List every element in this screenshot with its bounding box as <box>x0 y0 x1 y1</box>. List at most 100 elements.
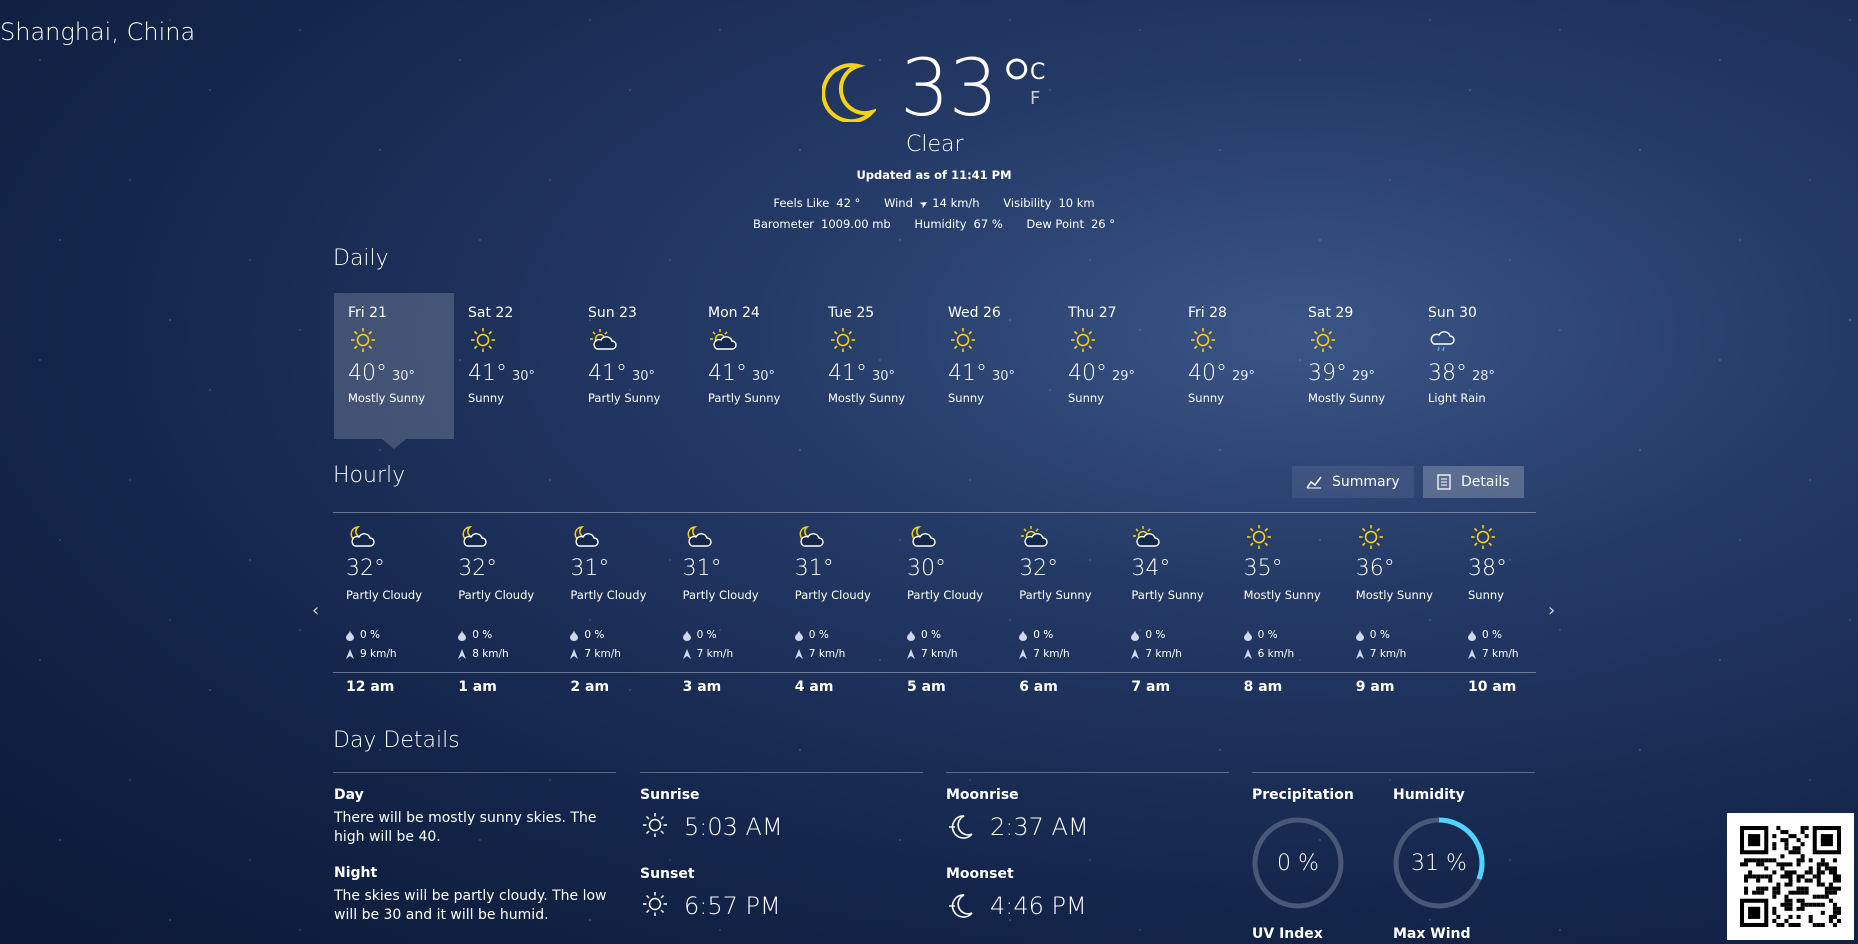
day-high: 41° <box>708 361 747 386</box>
hour-temp: 31° <box>682 556 722 581</box>
humidity-detail-label: Humidity <box>1393 787 1465 803</box>
hour-wind: 8 km/h <box>458 648 509 660</box>
wind: Wind ➤ 14 km/h <box>883 196 980 212</box>
hour-temp: 31° <box>794 556 834 581</box>
hour-wind: 7 km/h <box>682 648 733 660</box>
daily-day-5[interactable]: Wed 26 41° 30° Sunny <box>934 293 1054 439</box>
night-label: Night <box>334 865 378 881</box>
hour-time: 10 am <box>1468 679 1517 695</box>
daily-day-7[interactable]: Fri 28 40° 29° Sunny <box>1174 293 1294 439</box>
light-rain-icon <box>1430 331 1455 352</box>
day-low: 28° <box>1472 369 1496 384</box>
hour-description: Partly Cloudy <box>346 588 423 602</box>
raindrop-icon <box>794 629 803 641</box>
raindrop-icon <box>458 629 467 641</box>
day-description: Sunny <box>1068 391 1104 405</box>
hour-description: Partly Cloudy <box>682 588 759 602</box>
daily-day-1[interactable]: Sat 22 41° 30° Sunny <box>454 293 574 439</box>
hourly-title: Hourly <box>333 463 406 488</box>
humidity-gauge: 31 % <box>1393 817 1485 909</box>
moonset-label: Moonset <box>946 866 1014 882</box>
daily-day-4[interactable]: Tue 25 41° 30° Mostly Sunny <box>814 293 934 439</box>
hour-temp: 31° <box>570 556 610 581</box>
max-wind-label: Max Wind <box>1393 926 1471 942</box>
partly-sunny-icon <box>1021 526 1048 547</box>
partly-cloudy-night-icon <box>799 526 824 547</box>
daily-day-3[interactable]: Mon 24 41° 30° Partly Sunny <box>694 293 814 439</box>
day-date: Sun 30 <box>1428 305 1477 321</box>
partly-cloudy-night-icon <box>687 526 712 547</box>
daily-day-8[interactable]: Sat 29 39° 29° Mostly Sunny <box>1294 293 1414 439</box>
hour-time: 5 am <box>907 679 946 695</box>
hour-temp: 36° <box>1355 556 1395 581</box>
unit-celsius-button[interactable]: C <box>1030 60 1045 86</box>
day-date: Sat 22 <box>468 305 514 321</box>
day-date: Thu 27 <box>1068 305 1117 321</box>
hour-time: 2 am <box>570 679 610 695</box>
hour-description: Mostly Sunny <box>1355 588 1433 602</box>
daily-day-6[interactable]: Thu 27 40° 29° Sunny <box>1054 293 1174 439</box>
raindrop-icon <box>570 629 579 641</box>
sun-icon <box>1191 328 1215 352</box>
partly-cloudy-night-icon <box>350 526 375 547</box>
raindrop-icon <box>1019 629 1028 641</box>
hour-temp: 30° <box>907 556 946 581</box>
day-temps: 40° 30° <box>348 361 454 386</box>
day-date: Fri 28 <box>1188 305 1227 321</box>
day-low: 29° <box>1352 369 1376 384</box>
wind-direction-icon <box>570 649 579 659</box>
wind-direction-icon <box>1468 649 1476 659</box>
day-temps: 38° 28° <box>1428 361 1534 386</box>
day-low: 30° <box>992 369 1016 384</box>
hour-temp: 38° <box>1468 556 1507 581</box>
hour-temp: 32° <box>346 556 385 581</box>
moonset-icon <box>949 894 973 918</box>
raindrop-icon <box>682 629 691 641</box>
hour-temp: 32° <box>458 556 498 581</box>
hour-wind: 6 km/h <box>1243 648 1294 660</box>
hour-time: 1 am <box>458 679 497 695</box>
sunrise-icon <box>643 813 667 837</box>
day-low: 30° <box>632 369 656 384</box>
hour-wind: 7 km/h <box>1355 648 1406 660</box>
moonrise-label: Moonrise <box>946 787 1019 803</box>
hour-wind: 7 km/h <box>570 648 621 660</box>
hour-precip: 0 % <box>1131 629 1165 641</box>
night-text: The skies will be partly cloudy. The low… <box>334 888 607 923</box>
day-low: 30° <box>872 369 896 384</box>
daily-day-0[interactable]: Fri 21 40° 30° Mostly Sunny <box>334 293 454 449</box>
summary-button[interactable]: Summary <box>1292 466 1414 498</box>
day-low: 30° <box>512 369 536 384</box>
hour-time: 8 am <box>1243 679 1283 695</box>
unit-fahrenheit-button[interactable]: F <box>1030 86 1045 112</box>
weather-app: Shanghai, China 33° C F Clear Updated as… <box>0 0 1858 944</box>
day-description: Partly Sunny <box>588 391 661 405</box>
visibility: Visibility 10 km <box>1003 196 1095 210</box>
hour-description: Mostly Sunny <box>1243 588 1321 602</box>
day-temps: 40° 29° <box>1188 361 1294 386</box>
observations-row-2: Barometer 1009.00 mb Humidity 67 % Dew Poi… <box>0 217 1858 231</box>
hour-wind: 7 km/h <box>1131 648 1182 660</box>
hour-temp: 32° <box>1019 556 1059 581</box>
hour-precip: 0 % <box>458 629 492 641</box>
current-temperature: 33° <box>900 44 1036 134</box>
details-button[interactable]: Details <box>1423 466 1524 498</box>
sun-icon <box>1071 328 1095 352</box>
partly-cloudy-night-icon <box>462 526 487 547</box>
sun-icon <box>1471 525 1495 549</box>
daily-day-2[interactable]: Sun 23 41° 30° Partly Sunny <box>574 293 694 439</box>
wind-direction-icon <box>682 649 691 659</box>
day-description: Sunny <box>1188 391 1224 405</box>
hour-description: Sunny <box>1468 588 1504 602</box>
hourly-next-arrow-icon[interactable]: › <box>1548 600 1555 621</box>
sunset-label: Sunset <box>640 866 695 882</box>
hourly-item-7: 34° Partly Sunny 0 % 7 km/h 7 am <box>1118 512 1230 698</box>
hourly-prev-arrow-icon[interactable]: ‹ <box>312 600 319 621</box>
day-temps: 39° 29° <box>1308 361 1414 386</box>
partly-cloudy-night-icon <box>911 526 936 547</box>
location-name: Shanghai, China <box>0 18 196 46</box>
feels-like: Feels Like 42 ° <box>773 196 861 210</box>
hourly-item-9: 36° Mostly Sunny 0 % 7 km/h 9 am <box>1343 512 1455 698</box>
daily-day-9[interactable]: Sun 30 38° 28° Light Rain <box>1414 293 1534 439</box>
hourly-item-0: 32° Partly Cloudy 0 % 9 km/h 12 am <box>333 512 445 698</box>
